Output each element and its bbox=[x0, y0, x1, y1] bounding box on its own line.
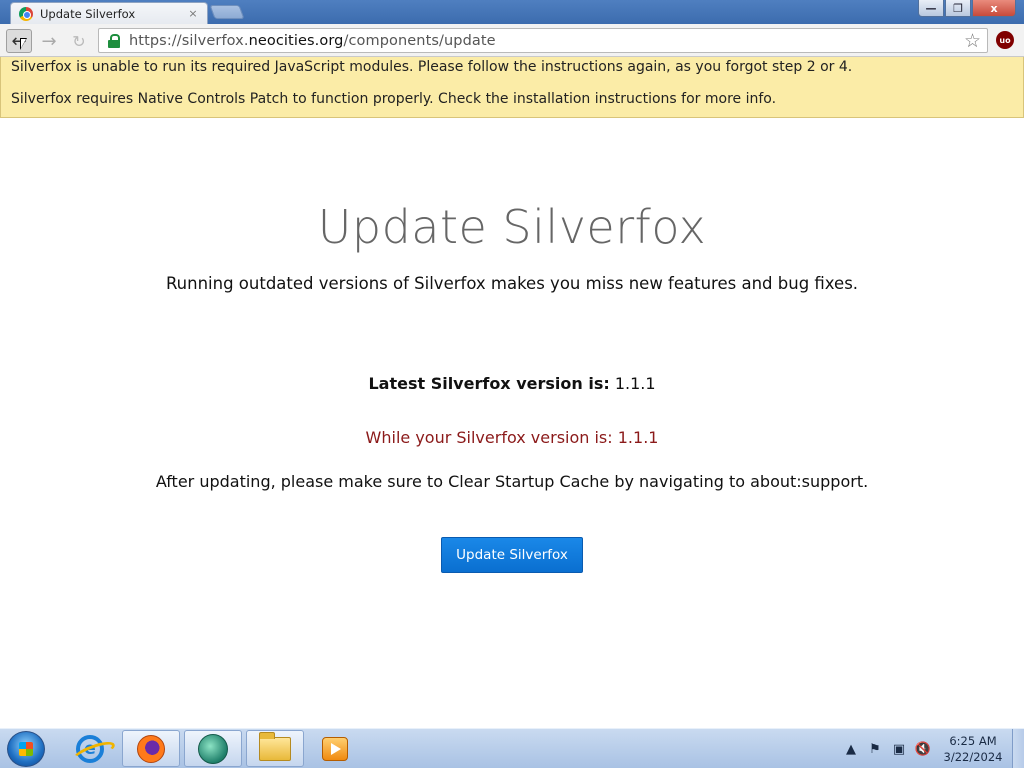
taskbar-file-explorer[interactable] bbox=[246, 730, 304, 767]
forward-button[interactable]: → bbox=[36, 29, 62, 53]
back-button[interactable]: ← bbox=[6, 29, 32, 53]
taskbar-internet-explorer[interactable]: e bbox=[61, 730, 119, 767]
windows-taskbar: e ▲ ⚑ ▣ 🔇 6:25 AM 3/22/2024 bbox=[0, 728, 1024, 768]
network-icon[interactable]: ▣ bbox=[890, 740, 908, 758]
volume-muted-icon[interactable]: 🔇 bbox=[914, 740, 932, 758]
page-title: Update Silverfox bbox=[317, 200, 707, 254]
taskbar-media-player[interactable] bbox=[306, 730, 364, 767]
clock-time: 6:25 AM bbox=[949, 734, 997, 748]
browser-titlebar: Update Silverfox × — ❐ x bbox=[0, 0, 1024, 24]
chrome-favicon-icon bbox=[19, 6, 33, 21]
update-silverfox-button[interactable]: Update Silverfox bbox=[441, 537, 583, 573]
firefox-icon bbox=[137, 734, 165, 763]
taskbar-firefox[interactable] bbox=[122, 730, 180, 767]
taskbar-globe-app[interactable] bbox=[184, 730, 242, 767]
arrow-right-icon: → bbox=[41, 30, 57, 52]
clear-cache-instructions: After updating, please make sure to Clea… bbox=[155, 472, 869, 491]
url-text: https://silverfox.neocities.org/componen… bbox=[129, 32, 496, 49]
taskbar-clock[interactable]: 6:25 AM 3/22/2024 bbox=[940, 733, 1006, 765]
window-controls: — ❐ x bbox=[917, 0, 1016, 17]
warning-modules: Silverfox is unable to run its required … bbox=[11, 59, 853, 75]
current-version-line: While your Silverfox version is: 1.1.1 bbox=[365, 428, 659, 447]
action-center-flag-icon[interactable]: ⚑ bbox=[866, 740, 884, 758]
address-bar[interactable]: https://silverfox.neocities.org/componen… bbox=[98, 28, 988, 53]
reload-button[interactable]: ↻ bbox=[66, 29, 92, 53]
file-explorer-icon bbox=[259, 731, 291, 761]
internet-explorer-icon: e bbox=[76, 734, 104, 763]
tab-update-silverfox[interactable]: Update Silverfox × bbox=[10, 2, 208, 24]
mouse-cursor-icon bbox=[20, 38, 27, 50]
warning-native-controls: Silverfox requires Native Controls Patch… bbox=[11, 91, 777, 107]
latest-version-line: Latest Silverfox version is: 1.1.1 bbox=[0, 374, 1024, 393]
lock-icon bbox=[107, 33, 121, 48]
system-tray: ▲ ⚑ ▣ 🔇 bbox=[842, 729, 938, 768]
warning-banner: Silverfox is unable to run its required … bbox=[0, 57, 1024, 118]
new-tab-button[interactable] bbox=[209, 5, 245, 19]
latest-version-label: Latest Silverfox version is: bbox=[368, 374, 610, 393]
ublock-extension-icon[interactable]: uo bbox=[996, 31, 1014, 49]
minimize-button[interactable]: — bbox=[918, 0, 944, 17]
reload-icon: ↻ bbox=[72, 31, 86, 51]
globe-app-icon bbox=[198, 733, 228, 764]
tab-close-icon[interactable]: × bbox=[187, 7, 199, 20]
clock-date: 3/22/2024 bbox=[943, 750, 1003, 764]
bookmark-star-icon[interactable]: ☆ bbox=[964, 30, 981, 52]
maximize-button[interactable]: ❐ bbox=[945, 0, 971, 17]
page-subtitle: Running outdated versions of Silverfox m… bbox=[165, 274, 859, 293]
close-window-button[interactable]: x bbox=[972, 0, 1016, 17]
show-desktop-button[interactable] bbox=[1012, 729, 1024, 768]
start-button[interactable] bbox=[7, 731, 45, 767]
browser-toolbar: ← → ↻ https://silverfox.neocities.org/co… bbox=[0, 24, 1024, 57]
latest-version-value: 1.1.1 bbox=[614, 374, 656, 393]
tab-title: Update Silverfox bbox=[40, 6, 136, 21]
media-player-icon bbox=[322, 736, 348, 761]
show-hidden-icons-icon[interactable]: ▲ bbox=[842, 740, 860, 758]
